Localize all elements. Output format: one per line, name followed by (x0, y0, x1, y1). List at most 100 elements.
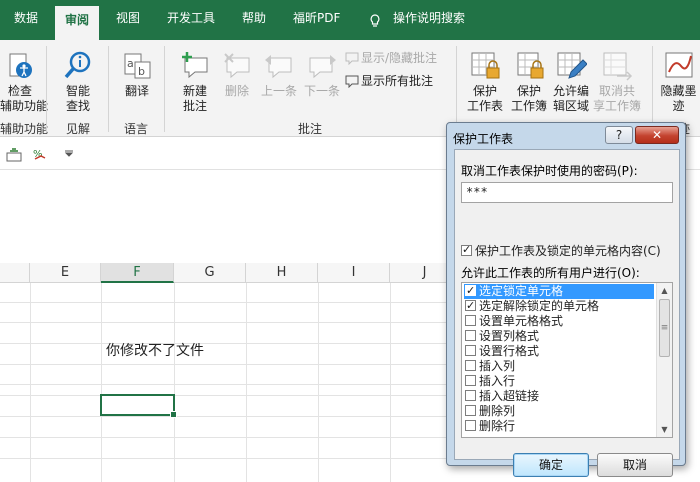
hide-ink-button[interactable]: 隐藏墨 迹 (657, 50, 700, 114)
smart-lookup-button[interactable]: 智能 查找 (56, 50, 100, 114)
checkbox-unchecked-icon[interactable] (465, 375, 476, 386)
column-header-i[interactable]: I (318, 263, 390, 283)
delete-comment-button[interactable]: 删除 (219, 50, 255, 99)
grid-row-line (0, 343, 460, 344)
protect-sheet-button[interactable]: 保护 工作表 (463, 50, 507, 114)
lightbulb-icon (370, 14, 380, 27)
scroll-down-icon[interactable]: ▼ (657, 422, 672, 437)
grid-col-line (101, 283, 102, 482)
next-comment-label: 下一条 (303, 84, 340, 98)
column-header-e[interactable]: E (30, 263, 101, 283)
hide-ink-icon (665, 52, 692, 78)
group-separator (46, 46, 47, 132)
close-button[interactable]: ✕ (635, 126, 679, 144)
check-accessibility-button[interactable]: 检查 辅助功能 (0, 50, 48, 114)
checkbox-unchecked-icon[interactable] (465, 360, 476, 371)
translate-label: 翻译 (124, 84, 149, 98)
protect-workbook-label-1: 保护 (516, 84, 541, 98)
permission-item[interactable]: 删除行 (464, 419, 654, 434)
permission-item[interactable]: 插入列 (464, 359, 654, 374)
column-header-f[interactable]: F (101, 263, 174, 283)
show-all-comments-button[interactable]: 显示所有批注 (345, 72, 433, 89)
checkbox-unchecked-icon[interactable] (465, 390, 476, 401)
permission-item[interactable]: 设置列格式 (464, 329, 654, 344)
previous-comment-label: 上一条 (260, 84, 297, 98)
show-hide-comment-button[interactable]: 显示/隐藏批注 (345, 49, 437, 66)
column-header-g[interactable]: G (174, 263, 246, 283)
permission-label: 删除列 (479, 404, 516, 418)
accessibility-label-2: 辅助功能 (0, 99, 49, 113)
scroll-up-icon[interactable]: ▲ (657, 283, 672, 298)
permissions-list[interactable]: 选定锁定单元格 选定解除锁定的单元格 设置单元格格式 设置列格式 设置行格式 插… (461, 282, 673, 438)
protect-sheet-label-1: 保护 (472, 84, 497, 98)
password-label: 取消工作表保护时使用的密码(P): (461, 164, 638, 178)
cell-text[interactable]: 你修改不了文件 (106, 340, 204, 360)
list-scrollbar[interactable]: ▲ ≡ ▼ (656, 283, 672, 437)
svg-text:a: a (127, 57, 134, 70)
permission-item[interactable]: 插入行 (464, 374, 654, 389)
permission-label: 删除行 (479, 419, 516, 433)
group-label-insights: 见解 (66, 122, 91, 136)
protect-workbook-button[interactable]: 保护 工作簿 (507, 50, 551, 114)
protect-workbook-icon (517, 52, 544, 79)
tell-me-search[interactable]: 操作说明搜索 (393, 9, 465, 26)
permission-label: 设置列格式 (479, 329, 540, 343)
tab-help[interactable]: 帮助 (242, 9, 266, 26)
currency-format-icon[interactable] (6, 146, 22, 162)
new-comment-label-1: 新建 (182, 84, 207, 98)
permission-item[interactable]: 插入超链接 (464, 389, 654, 404)
tab-developer[interactable]: 开发工具 (167, 9, 215, 26)
checkbox-unchecked-icon[interactable] (465, 345, 476, 356)
comments-icon (345, 75, 359, 89)
checkbox-unchecked-icon[interactable] (465, 330, 476, 341)
protect-checkbox-label: 保护工作表及锁定的单元格内容(C) (475, 244, 661, 258)
checkbox-unchecked-icon[interactable] (465, 405, 476, 416)
scroll-thumb[interactable]: ≡ (659, 299, 670, 357)
customize-toolbar-icon[interactable] (64, 150, 74, 158)
permission-label: 插入列 (479, 359, 516, 373)
column-header-h[interactable]: H (246, 263, 318, 283)
permission-item[interactable]: 选定解除锁定的单元格 (464, 298, 654, 314)
smart-lookup-label-2: 查找 (65, 99, 90, 113)
help-button[interactable]: ? (605, 126, 633, 144)
active-cell[interactable] (100, 394, 177, 418)
hide-ink-label-2: 迹 (672, 99, 685, 113)
checkbox-unchecked-icon[interactable] (465, 315, 476, 326)
permission-item[interactable]: 设置单元格格式 (464, 314, 654, 329)
tab-view[interactable]: 视图 (116, 9, 140, 26)
checkbox-checked-icon[interactable] (461, 243, 472, 256)
permission-item[interactable]: 设置行格式 (464, 344, 654, 359)
grid-col-line (318, 283, 319, 482)
previous-comment-icon (265, 55, 292, 79)
permission-item[interactable]: 选定锁定单元格 (464, 283, 654, 299)
tab-data[interactable]: 数据 (14, 9, 38, 26)
unshare-workbook-button[interactable]: 取消共 享工作簿 (591, 50, 643, 114)
dialog-title: 保护工作表 (453, 132, 514, 146)
permission-item[interactable]: 删除列 (464, 404, 654, 419)
checkbox-checked-icon[interactable] (465, 283, 476, 298)
tab-foxit-pdf[interactable]: 福昕PDF (293, 9, 340, 26)
comment-toggle-icon (345, 52, 359, 66)
translate-button[interactable]: a b 翻译 (116, 50, 158, 99)
next-comment-button[interactable]: 下一条 (301, 50, 343, 99)
allow-edit-label-2: 辑区域 (552, 99, 589, 113)
grid-row-line (0, 416, 460, 417)
translate-icon: a b (124, 53, 151, 79)
new-comment-button[interactable]: 新建 批注 (175, 50, 215, 114)
dialog-body: 取消工作表保护时使用的密码(P): *** 保护工作表及锁定的单元格内容(C) … (454, 149, 680, 477)
grid-col-line (390, 283, 391, 482)
unshare-label-2: 享工作簿 (592, 99, 641, 113)
previous-comment-button[interactable]: 上一条 (258, 50, 300, 99)
checkbox-unchecked-icon[interactable] (465, 420, 476, 431)
ok-button[interactable]: 确定 (513, 453, 589, 477)
percent-style-icon[interactable]: % (32, 146, 48, 162)
protect-sheet-checkbox[interactable]: 保护工作表及锁定的单元格内容(C) (461, 242, 661, 259)
new-comment-icon (182, 52, 208, 79)
tab-review[interactable]: 审阅 (55, 6, 100, 40)
password-field[interactable]: *** (461, 182, 673, 203)
checkbox-checked-icon[interactable] (465, 298, 476, 313)
group-separator (108, 46, 109, 132)
cancel-button[interactable]: 取消 (597, 453, 673, 477)
allow-edit-ranges-button[interactable]: 允许编 辑区域 (551, 50, 591, 114)
protect-sheet-label-2: 工作表 (466, 99, 503, 113)
